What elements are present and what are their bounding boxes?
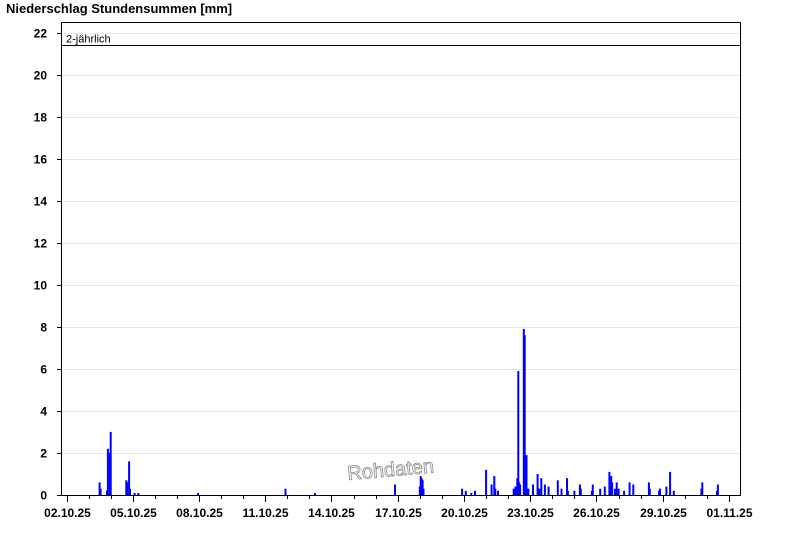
bar xyxy=(284,488,287,495)
bar xyxy=(490,484,493,495)
x-axis: 02.10.25 05.10.25 08.10.25 11.10.25 14.10.25… xyxy=(44,495,753,520)
bar xyxy=(672,490,675,495)
y-tick-label: 12 xyxy=(34,237,48,251)
bar xyxy=(133,492,136,495)
bar xyxy=(494,488,497,495)
bar xyxy=(701,482,704,495)
bar xyxy=(617,488,620,495)
x-tick-label: 26.10.25 xyxy=(573,506,620,520)
bar xyxy=(470,492,473,495)
x-tick-label: 29.10.25 xyxy=(640,506,687,520)
bar xyxy=(543,484,546,495)
bar xyxy=(566,490,569,495)
bar xyxy=(613,488,616,495)
x-tick-label: 02.10.25 xyxy=(44,506,91,520)
bar xyxy=(109,431,112,495)
bar xyxy=(126,482,129,495)
y-tick-label: 22 xyxy=(34,27,48,41)
bar xyxy=(623,490,626,495)
bar xyxy=(628,482,631,495)
bar xyxy=(464,490,467,495)
y-tick-label: 2 xyxy=(40,447,47,461)
bar xyxy=(591,484,594,495)
bar xyxy=(556,480,559,495)
bar xyxy=(422,488,425,495)
x-tick-label: 20.10.25 xyxy=(441,506,488,520)
bar xyxy=(579,488,582,495)
bar xyxy=(523,335,526,495)
bar xyxy=(599,488,602,495)
bar xyxy=(547,486,550,495)
bar xyxy=(519,484,522,495)
bar xyxy=(313,492,316,495)
bar xyxy=(99,488,102,495)
bar xyxy=(648,488,651,495)
y-tick-label: 6 xyxy=(40,363,47,377)
bar xyxy=(560,488,563,495)
bar xyxy=(573,490,576,495)
bar xyxy=(669,471,672,495)
bar xyxy=(129,488,131,495)
bar xyxy=(615,482,618,495)
bar xyxy=(514,486,517,495)
y-tick-label: 10 xyxy=(34,279,48,293)
y-tick-label: 8 xyxy=(40,321,47,335)
bar xyxy=(106,448,109,495)
bar xyxy=(659,488,661,495)
bar xyxy=(512,488,515,495)
bar xyxy=(532,484,534,495)
x-tick-label: 08.10.25 xyxy=(176,506,223,520)
x-tick-label: 05.10.25 xyxy=(110,506,157,520)
bar xyxy=(525,455,528,495)
y-tick-label: 14 xyxy=(34,195,48,209)
bar xyxy=(540,478,543,495)
bar xyxy=(137,492,140,495)
precipitation-chart: 2-jährlich Rohdaten 0246810121416182022 … xyxy=(34,22,753,520)
grid-lines xyxy=(61,33,740,454)
y-tick-label: 20 xyxy=(34,69,48,83)
bar xyxy=(394,484,396,495)
bar xyxy=(497,490,499,495)
x-tick-label: 23.10.25 xyxy=(507,506,554,520)
plot-frame xyxy=(61,22,741,496)
x-tick-label: 01.11.25 xyxy=(706,506,752,520)
x-tick-label: 17.10.25 xyxy=(375,506,422,520)
bar xyxy=(665,486,668,495)
bar xyxy=(474,490,476,495)
y-tick-label: 0 xyxy=(40,489,47,503)
bar xyxy=(197,492,200,495)
bar xyxy=(536,474,539,495)
reference-line-label: 2-jährlich xyxy=(66,34,111,46)
bar xyxy=(538,488,541,495)
reference-layer: 2-jährlich xyxy=(61,34,740,46)
bar xyxy=(716,484,719,495)
y-axis: 0 2 4 6 8 10 12 14 16 18 20 22 xyxy=(34,27,61,503)
bar xyxy=(611,482,614,495)
bar xyxy=(485,469,488,495)
bar xyxy=(461,488,464,495)
bar xyxy=(603,486,606,495)
y-tick-label: 18 xyxy=(34,111,48,125)
y-tick-label: 16 xyxy=(34,153,48,167)
bar xyxy=(632,484,635,495)
x-tick-label: 14.10.25 xyxy=(308,506,355,520)
x-tick-label: 11.10.25 xyxy=(242,506,288,520)
bar xyxy=(517,371,520,495)
bar xyxy=(527,488,530,495)
y-tick-label: 4 xyxy=(40,405,47,419)
